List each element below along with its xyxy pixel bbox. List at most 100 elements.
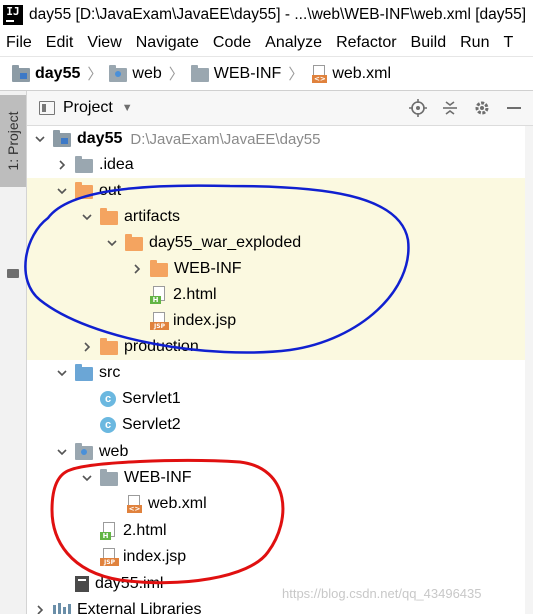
- menu-refactor[interactable]: Refactor: [336, 34, 396, 52]
- folder-icon: [190, 64, 209, 82]
- tree-item-label: index.jsp: [123, 548, 187, 565]
- module-file-icon: [75, 576, 89, 592]
- breadcrumb: day55 〉 web 〉 WEB-INF 〉 <> web.xml: [0, 57, 533, 91]
- tree-item-label: day55_war_exploded: [149, 234, 302, 251]
- folder-icon: [100, 469, 118, 486]
- tree-item-label: day55.iml: [95, 575, 164, 592]
- jsp-file-icon: JSP: [150, 312, 169, 330]
- watermark: https://blog.csdn.net/qq_43496435: [282, 586, 482, 601]
- web-folder-icon: [109, 64, 128, 82]
- breadcrumb-file-label: web.xml: [332, 64, 392, 82]
- chevron-right-icon[interactable]: [82, 342, 92, 352]
- tree-item-label: web.xml: [148, 495, 207, 512]
- breadcrumb-web[interactable]: web: [109, 64, 162, 83]
- html-file-icon: H: [150, 286, 167, 304]
- menu-run[interactable]: Run: [460, 34, 489, 52]
- java-class-icon: c: [100, 391, 116, 407]
- tree-item-out-jsp[interactable]: JSP index.jsp: [27, 308, 533, 334]
- structure-icon[interactable]: [7, 269, 19, 278]
- chevron-down-icon[interactable]: [57, 186, 67, 196]
- chevron-down-icon[interactable]: [82, 473, 92, 483]
- gear-icon[interactable]: [471, 97, 493, 119]
- tree-item-artifacts[interactable]: artifacts: [27, 204, 533, 230]
- menu-navigate[interactable]: Navigate: [136, 34, 199, 52]
- panel-title[interactable]: Project: [63, 99, 113, 117]
- tree-item-web[interactable]: web: [27, 439, 533, 465]
- chevron-right-icon[interactable]: [35, 605, 45, 614]
- tree-item-label: .idea: [99, 156, 134, 173]
- chevron-down-icon[interactable]: ▼: [122, 102, 133, 114]
- xml-file-icon: <>: [310, 64, 328, 83]
- folder-icon: [150, 260, 168, 277]
- menu-bar: File Edit View Navigate Code Analyze Ref…: [0, 29, 533, 57]
- tree-item-label: web: [99, 443, 129, 460]
- project-tool-tab-label: 1: Project: [5, 111, 21, 171]
- library-icon: [53, 603, 71, 614]
- tree-item-root[interactable]: day55 D:\JavaExam\JavaEE\day55: [27, 126, 533, 152]
- menu-view[interactable]: View: [87, 34, 121, 52]
- tree-item-servlet1[interactable]: c Servlet1: [27, 386, 533, 412]
- window-title: day55 [D:\JavaExam\JavaEE\day55] - ...\w…: [29, 5, 527, 23]
- tree-item-label: External Libraries: [77, 601, 202, 614]
- breadcrumb-webinf-label: WEB-INF: [213, 64, 282, 82]
- tree-item-label: src: [99, 364, 121, 381]
- chevron-down-icon[interactable]: [57, 368, 67, 378]
- module-folder-icon: [53, 130, 71, 147]
- chevron-down-icon[interactable]: [35, 134, 45, 144]
- project-panel-header: Project ▼: [27, 91, 533, 126]
- folder-icon: [125, 234, 143, 251]
- chevron-right-icon: 〉: [87, 66, 103, 83]
- tree-item-src[interactable]: src: [27, 360, 533, 386]
- collapse-all-icon[interactable]: [439, 97, 461, 119]
- tree-item-idea[interactable]: .idea: [27, 152, 533, 178]
- chevron-right-icon: 〉: [168, 66, 184, 83]
- menu-tools[interactable]: T: [503, 34, 513, 52]
- title-bar: IJ day55 [D:\JavaExam\JavaEE\day55] - ..…: [0, 0, 533, 29]
- tree-scrollbar[interactable]: [525, 126, 533, 614]
- tree-item-label: Servlet2: [122, 416, 181, 433]
- chevron-right-icon[interactable]: [57, 160, 67, 170]
- menu-edit[interactable]: Edit: [46, 34, 74, 52]
- menu-build[interactable]: Build: [411, 34, 447, 52]
- menu-analyze[interactable]: Analyze: [265, 34, 322, 52]
- hide-panel-icon[interactable]: [503, 97, 525, 119]
- menu-file[interactable]: File: [6, 34, 32, 52]
- tree-item-out-webinf[interactable]: WEB-INF: [27, 256, 533, 282]
- project-tree: day55 D:\JavaExam\JavaEE\day55 .idea out…: [27, 126, 533, 614]
- tree-item-label: index.jsp: [173, 312, 237, 329]
- project-view-icon: [39, 101, 55, 115]
- tree-item-servlet2[interactable]: c Servlet2: [27, 412, 533, 438]
- jsp-file-icon: JSP: [100, 548, 119, 566]
- tree-item-out-html[interactable]: H 2.html: [27, 282, 533, 308]
- tree-item-label: WEB-INF: [124, 469, 192, 486]
- tool-window-strip: 1: Project: [0, 91, 27, 614]
- breadcrumb-web-label: web: [132, 64, 162, 82]
- tree-item-exploded[interactable]: day55_war_exploded: [27, 230, 533, 256]
- project-tool-tab[interactable]: 1: Project: [0, 95, 26, 187]
- breadcrumb-project-label: day55: [35, 64, 81, 82]
- tree-item-web-xml[interactable]: <> web.xml: [27, 491, 533, 517]
- menu-code[interactable]: Code: [213, 34, 251, 52]
- tree-item-label: day55: [77, 130, 123, 147]
- locate-icon[interactable]: [407, 97, 429, 119]
- chevron-down-icon[interactable]: [57, 447, 67, 457]
- tree-item-web-jsp[interactable]: JSP index.jsp: [27, 544, 533, 570]
- tree-item-web-html[interactable]: H 2.html: [27, 518, 533, 544]
- module-folder-icon: [12, 64, 30, 82]
- web-folder-icon: [75, 443, 93, 460]
- chevron-down-icon[interactable]: [82, 212, 92, 222]
- folder-icon: [100, 208, 118, 225]
- xml-file-icon: <>: [125, 495, 142, 513]
- tree-item-web-webinf[interactable]: WEB-INF: [27, 465, 533, 491]
- intellij-icon: IJ: [3, 4, 23, 25]
- breadcrumb-webinf[interactable]: WEB-INF: [190, 64, 282, 83]
- tree-item-label: 2.html: [123, 522, 167, 539]
- breadcrumb-project[interactable]: day55: [12, 64, 81, 83]
- tree-item-out[interactable]: out: [27, 178, 533, 204]
- project-path: D:\JavaExam\JavaEE\day55: [130, 130, 321, 148]
- tree-item-production[interactable]: production: [27, 334, 533, 360]
- source-folder-icon: [75, 364, 93, 381]
- chevron-right-icon[interactable]: [132, 264, 142, 274]
- breadcrumb-file[interactable]: <> web.xml: [310, 64, 392, 83]
- chevron-down-icon[interactable]: [107, 238, 117, 248]
